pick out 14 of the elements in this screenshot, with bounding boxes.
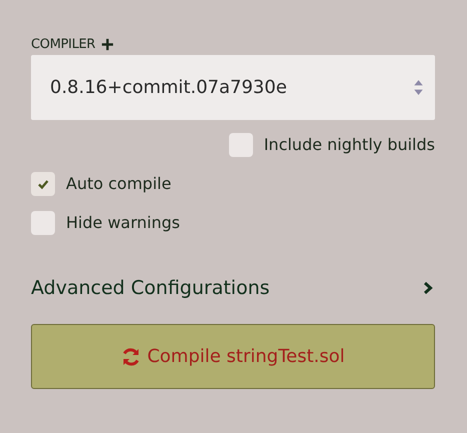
- chevron-icon[interactable]: [423, 281, 433, 295]
- checkbox-label: Auto compile: [66, 174, 172, 193]
- checkbox[interactable]: [31, 210, 55, 234]
- checkbox[interactable]: [228, 132, 253, 156]
- checkbox-label: Hide warnings: [66, 213, 180, 232]
- compiler-label: COMPILER: [31, 36, 96, 52]
- plus-icon[interactable]: [101, 38, 114, 50]
- checkbox[interactable]: [31, 172, 55, 196]
- compiler-version-select[interactable]: 0.8.16+commit.07a7930e: [31, 55, 435, 120]
- checkbox-label: Include nightly builds: [264, 135, 435, 154]
- sort-icon: [414, 79, 423, 96]
- section-title[interactable]: Advanced Configurations: [31, 277, 270, 299]
- refresh-icon: [121, 346, 142, 366]
- check-icon: [37, 178, 49, 190]
